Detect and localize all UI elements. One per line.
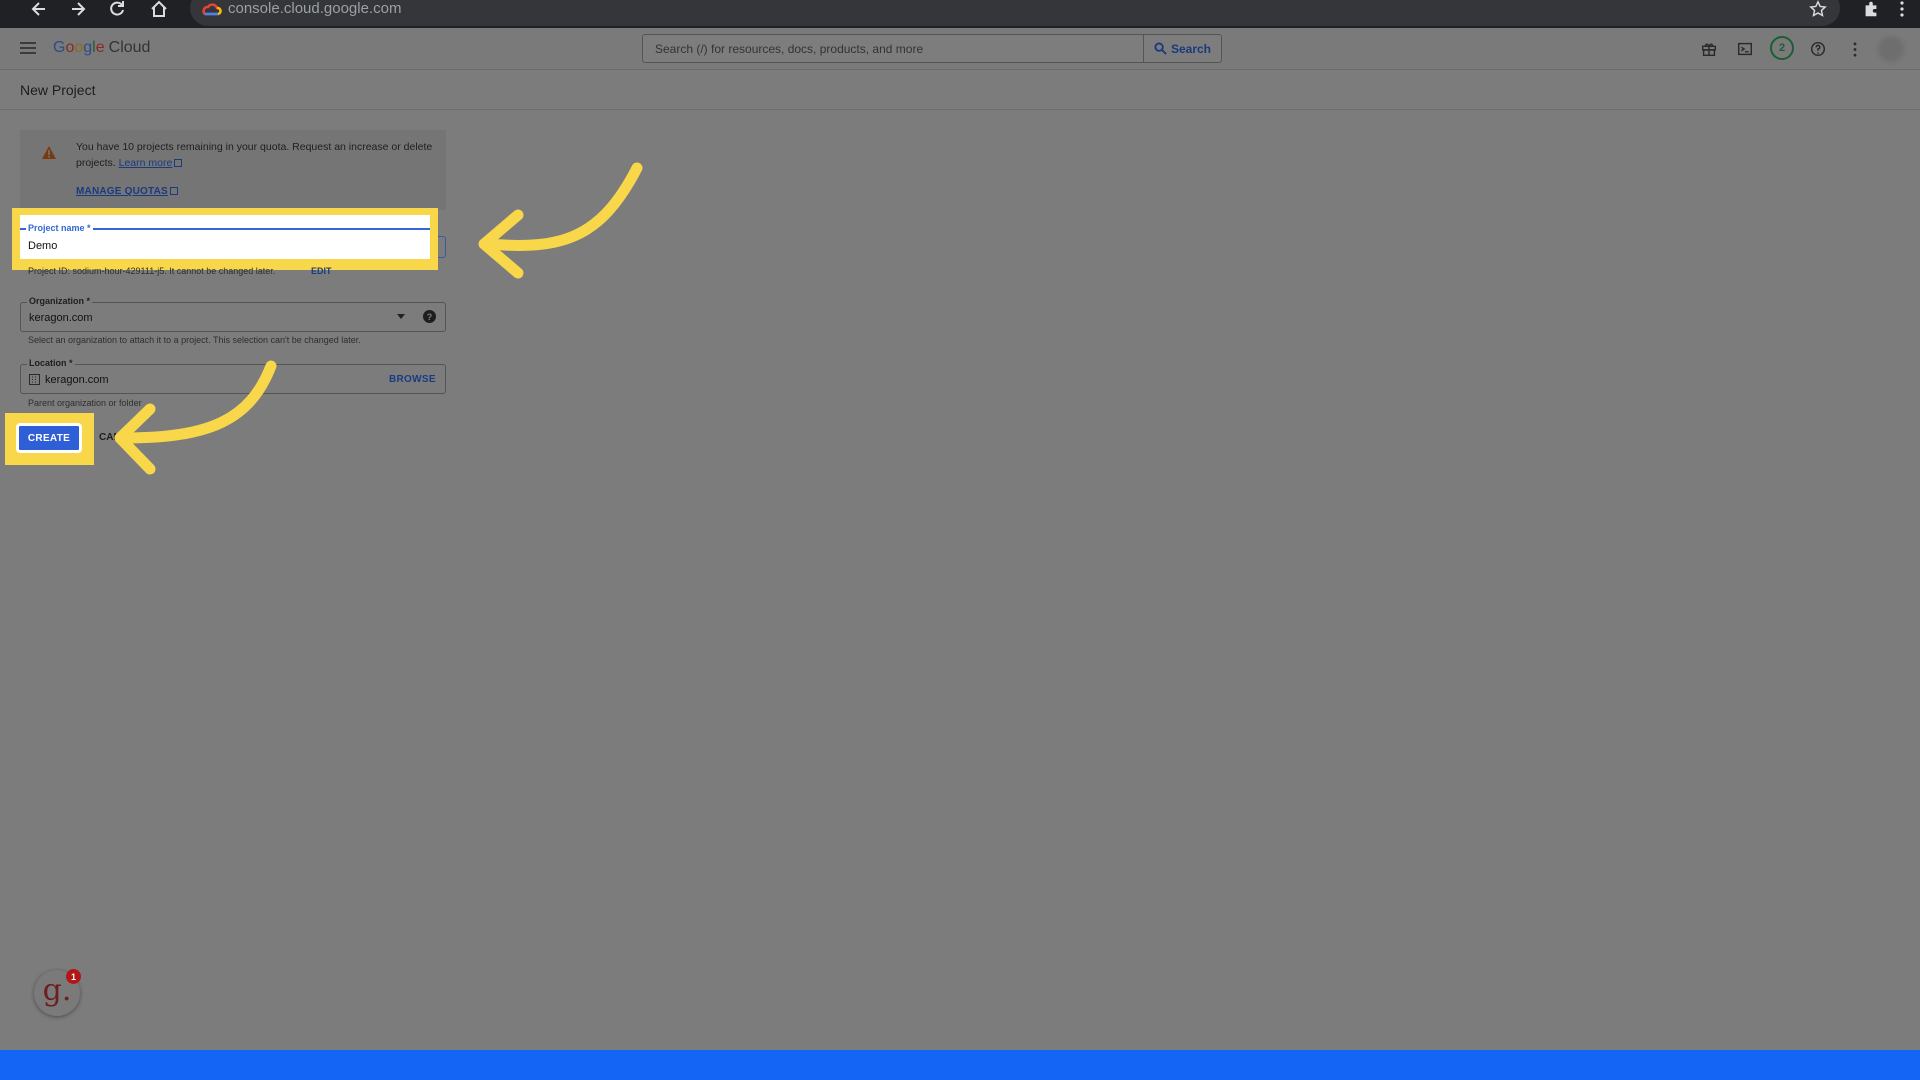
avatar[interactable] (1878, 36, 1904, 62)
help-icon[interactable] (1806, 37, 1830, 61)
back-icon[interactable] (24, 0, 54, 18)
arrow-to-project-name (482, 162, 643, 251)
gift-icon[interactable] (1697, 37, 1721, 61)
hamburger-menu-icon[interactable] (20, 42, 36, 54)
notifications-badge[interactable]: 2 (1770, 36, 1794, 60)
organization-select[interactable]: Organization * keragon.com ? (20, 296, 446, 332)
cloud-shell-icon[interactable] (1733, 37, 1757, 61)
building-icon (29, 374, 40, 385)
location-field[interactable]: Location * keragon.com BROWSE (20, 358, 446, 394)
project-name-field-edge (438, 236, 446, 258)
external-link-icon (169, 187, 178, 196)
project-name-value: Demo (28, 240, 58, 252)
warning-icon (42, 146, 56, 159)
page-title: New Project (20, 82, 96, 98)
location-label: Location * (27, 358, 75, 368)
external-link-icon (174, 159, 183, 168)
bottom-bar (0, 1050, 1920, 1080)
manage-quotas-link[interactable]: MANAGE QUOTAS (76, 186, 178, 197)
address-bar[interactable]: console.cloud.google.com (190, 0, 1840, 26)
browse-button[interactable]: BROWSE (389, 374, 436, 385)
organization-value: keragon.com (29, 312, 93, 324)
bookmark-star-icon[interactable] (1808, 0, 1828, 18)
cloud-logo-icon (202, 3, 222, 16)
create-button[interactable]: CREATE (16, 423, 82, 453)
project-id-helper: Project ID: sodium-hour-429111-j5. It ca… (28, 266, 276, 276)
search-input[interactable]: Search (/) for resources, docs, products… (642, 34, 1144, 63)
search-button[interactable]: Search (1144, 34, 1222, 63)
google-cloud-logo[interactable]: Google Cloud (53, 39, 150, 57)
reload-icon[interactable] (102, 0, 132, 18)
learn-more-link[interactable]: Learn more (119, 157, 173, 169)
forward-icon[interactable] (63, 0, 93, 18)
browser-toolbar: console.cloud.google.com (0, 0, 1920, 28)
edit-project-id-link[interactable]: EDIT (311, 266, 332, 276)
browser-menu-icon[interactable] (1894, 0, 1910, 18)
organization-label: Organization * (27, 296, 93, 306)
url-text: console.cloud.google.com (228, 0, 402, 17)
project-name-label: Project name * (26, 223, 93, 233)
location-helper: Parent organization or folder (28, 398, 142, 408)
dropdown-arrow-icon (397, 314, 405, 319)
arrow-head-project-name (478, 209, 524, 279)
console-header: Google Cloud Search (/) for resources, do… (0, 28, 1920, 70)
search-icon (1154, 42, 1167, 55)
home-icon[interactable] (144, 0, 174, 18)
cancel-button[interactable]: CANCEL (99, 432, 141, 443)
search-placeholder: Search (/) for resources, docs, products… (655, 42, 924, 56)
search-button-label: Search (1170, 41, 1212, 56)
project-name-field[interactable]: Project name * Demo (20, 215, 430, 259)
more-options-icon[interactable] (1843, 37, 1867, 61)
location-value: keragon.com (45, 374, 109, 386)
organization-helper: Select an organization to attach it to a… (28, 335, 361, 345)
guide-badge: 1 (66, 969, 81, 984)
extensions-icon[interactable] (1860, 0, 1882, 18)
quota-warning: You have 10 projects remaining in your q… (20, 130, 446, 210)
quota-message: You have 10 projects remaining in your q… (76, 141, 433, 169)
help-icon[interactable]: ? (423, 310, 436, 323)
page-divider (0, 109, 1920, 110)
